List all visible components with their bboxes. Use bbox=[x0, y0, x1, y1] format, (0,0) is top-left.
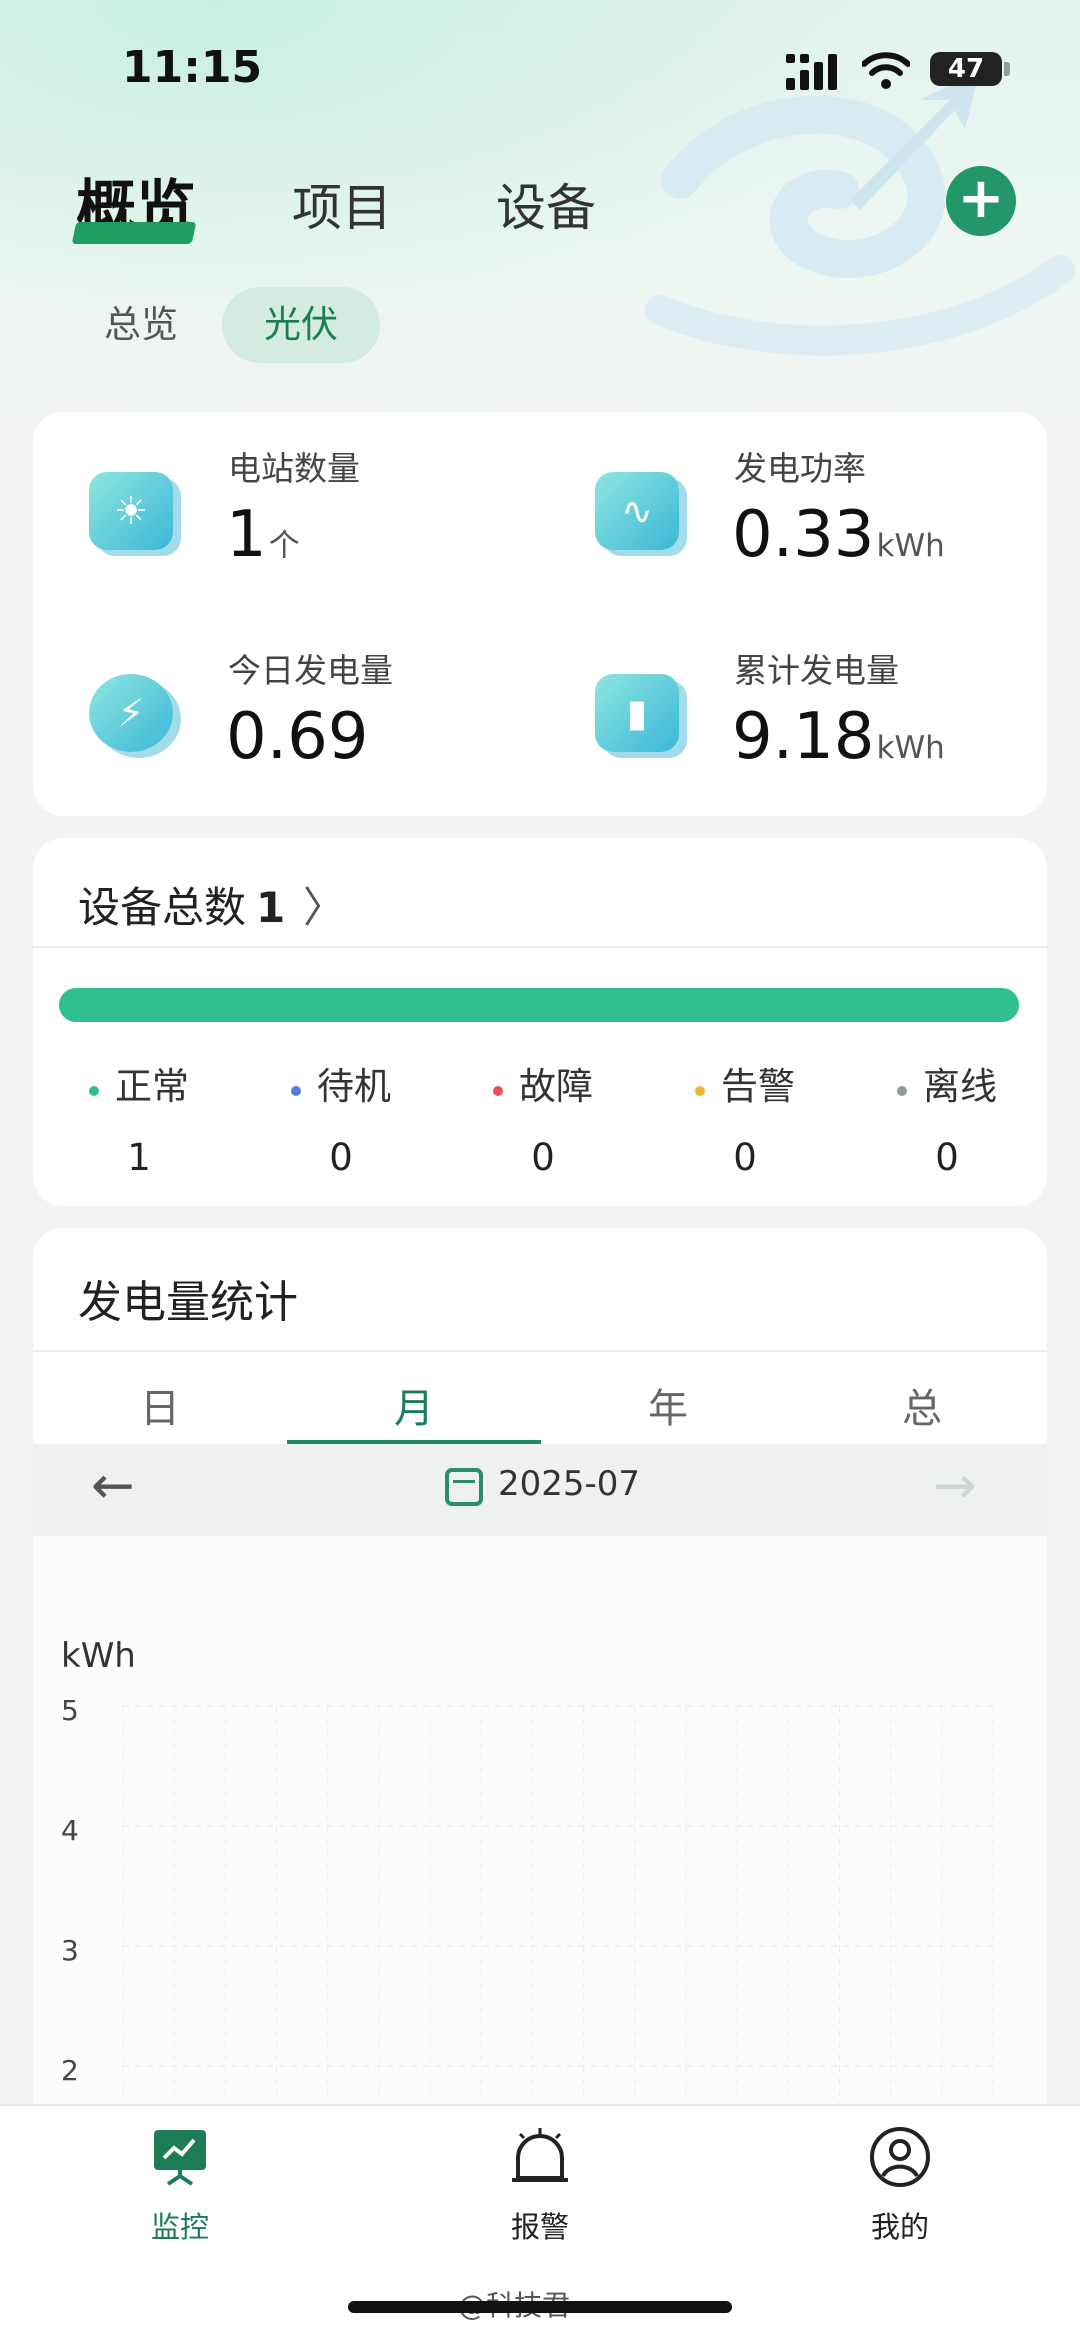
subtab-all[interactable]: 总览 bbox=[104, 287, 178, 363]
bar-chart-icon: ▮ bbox=[595, 674, 679, 752]
lightning-icon: ⚡ bbox=[89, 674, 173, 752]
pulse-icon: ∿ bbox=[595, 472, 679, 550]
stat-value: 0.69 bbox=[226, 700, 369, 774]
tab-devices[interactable]: 设备 bbox=[496, 168, 596, 240]
status-dot bbox=[493, 1085, 503, 1096]
home-indicator bbox=[348, 2301, 732, 2313]
status-dot bbox=[897, 1085, 907, 1096]
stat-total-generation: ▮ 累计发电量 9.18kWh bbox=[539, 614, 999, 784]
wifi-icon bbox=[862, 52, 910, 89]
status-normal: 正常 1 bbox=[49, 1056, 229, 1179]
generation-title: 发电量统计 bbox=[78, 1277, 298, 1328]
stat-today-generation: ⚡ 今日发电量 0.69 bbox=[33, 614, 493, 784]
period-tab-year[interactable]: 年 bbox=[541, 1364, 795, 1454]
status-fault: 故障 0 bbox=[453, 1056, 633, 1179]
device-total-title[interactable]: 设备总数 1 bbox=[78, 874, 285, 935]
date-navigator: ← 2025-07 → bbox=[33, 1444, 1047, 1536]
device-summary-card[interactable]: 设备总数 1 〉 正常 1 待机 0 故障 0 告警 0 离线 0 bbox=[33, 838, 1047, 1206]
divider bbox=[33, 946, 1047, 948]
tab-projects[interactable]: 项目 bbox=[292, 168, 392, 240]
calendar-icon[interactable] bbox=[445, 1468, 483, 1506]
subtab-pv[interactable]: 光伏 bbox=[222, 287, 380, 363]
status-standby: 待机 0 bbox=[251, 1056, 431, 1179]
device-status-bar bbox=[59, 988, 1019, 1022]
nav-label: 报警 bbox=[510, 2210, 569, 2244]
nav-label: 我的 bbox=[870, 2210, 929, 2244]
nav-alarm[interactable]: 报警 bbox=[440, 2126, 640, 2246]
next-arrow-icon[interactable]: → bbox=[933, 1456, 977, 1516]
stat-label: 今日发电量 bbox=[228, 651, 393, 690]
stat-value: 0.33kWh bbox=[732, 498, 945, 572]
stat-label: 电站数量 bbox=[228, 449, 360, 488]
alarm-bell-icon bbox=[512, 2128, 568, 2182]
monitor-icon bbox=[154, 2130, 206, 2186]
battery-icon bbox=[1004, 62, 1010, 76]
bottom-navigation: 监控 报警 我的 @科技君 bbox=[0, 2104, 1080, 2337]
status-dot bbox=[695, 1085, 705, 1096]
chevron-right-icon[interactable]: 〉 bbox=[303, 874, 345, 935]
prev-arrow-icon[interactable]: ← bbox=[91, 1456, 135, 1516]
stat-label: 发电功率 bbox=[734, 449, 866, 488]
period-tab-total[interactable]: 总 bbox=[795, 1364, 1047, 1454]
solar-panel-icon: ☀ bbox=[89, 472, 173, 550]
date-label[interactable]: 2025-07 bbox=[498, 1464, 640, 1504]
stat-value: 1个 bbox=[226, 498, 300, 572]
status-dot bbox=[89, 1085, 99, 1096]
period-tab-day[interactable]: 日 bbox=[33, 1364, 287, 1454]
nav-profile[interactable]: 我的 bbox=[800, 2126, 1000, 2246]
nav-label: 监控 bbox=[150, 2210, 209, 2244]
add-button[interactable]: + bbox=[946, 166, 1016, 236]
user-icon bbox=[870, 2127, 930, 2187]
status-bar: 11:15 47 bbox=[0, 40, 1080, 100]
status-alarm: 告警 0 bbox=[655, 1056, 835, 1179]
stats-card: ☀ 电站数量 1个 ∿ 发电功率 0.33kWh ⚡ 今日发电量 0.69 ▮ … bbox=[33, 412, 1047, 816]
active-tab-indicator bbox=[71, 222, 197, 244]
cellular-signal-icon bbox=[786, 54, 837, 90]
stat-value: 9.18kWh bbox=[732, 700, 945, 774]
stat-label: 累计发电量 bbox=[734, 651, 899, 690]
status-offline: 离线 0 bbox=[857, 1056, 1037, 1179]
battery-level: 47 bbox=[930, 52, 1002, 86]
stat-power: ∿ 发电功率 0.33kWh bbox=[539, 412, 999, 582]
status-time: 11:15 bbox=[122, 42, 263, 93]
status-dot bbox=[291, 1085, 301, 1096]
stat-station-count: ☀ 电站数量 1个 bbox=[33, 412, 493, 582]
nav-monitor[interactable]: 监控 bbox=[80, 2126, 280, 2246]
divider bbox=[33, 1350, 1047, 1352]
